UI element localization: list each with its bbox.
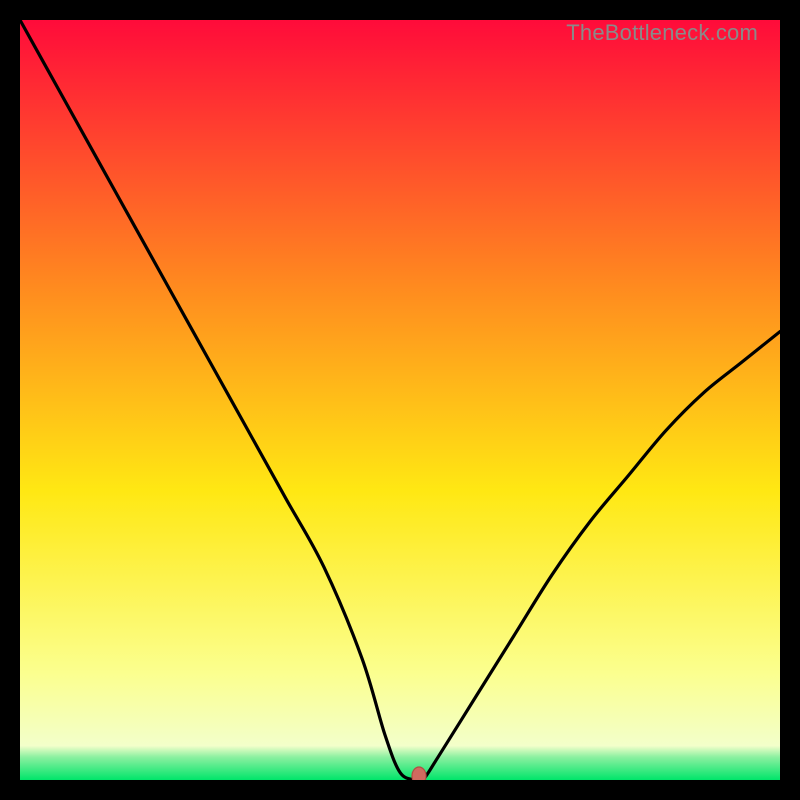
chart-frame: TheBottleneck.com (20, 20, 780, 780)
optimal-point-marker (412, 767, 426, 780)
gradient-background (20, 20, 780, 780)
bottleneck-chart (20, 20, 780, 780)
watermark-text: TheBottleneck.com (566, 20, 758, 46)
